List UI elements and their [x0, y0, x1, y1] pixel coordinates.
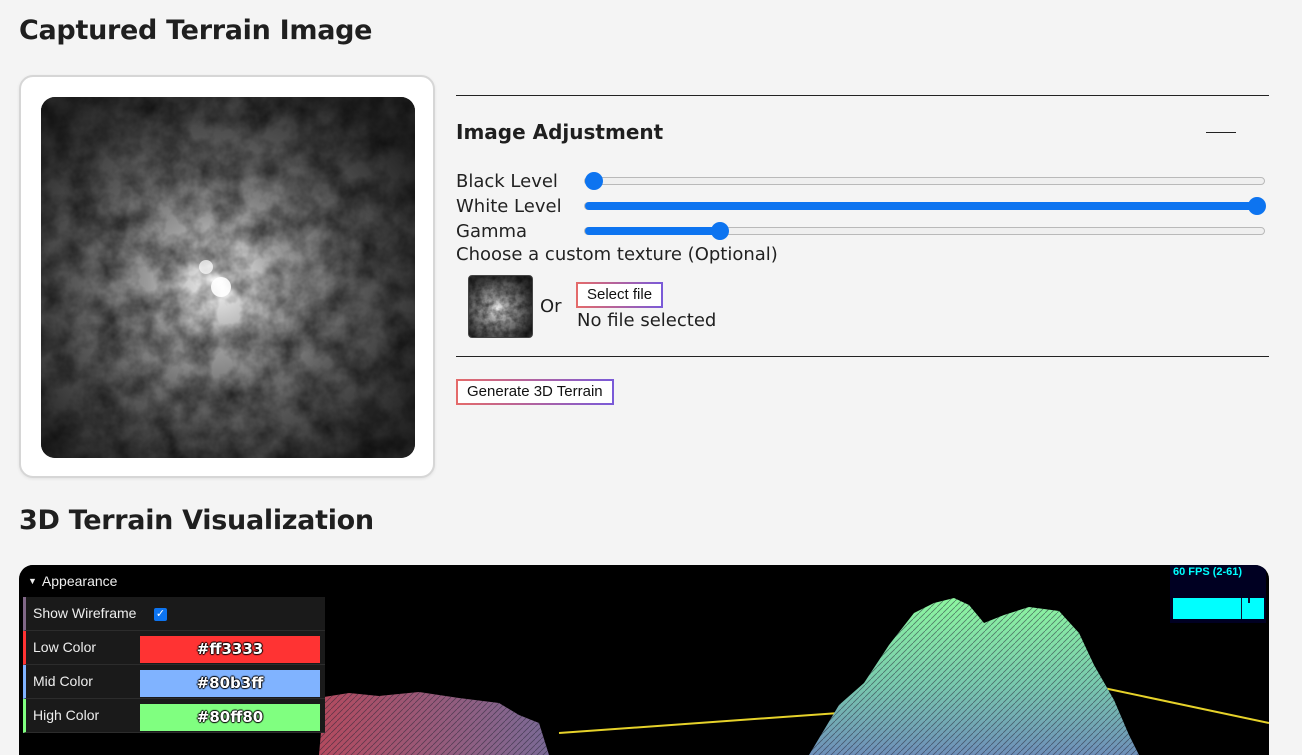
or-text: Or [540, 296, 562, 317]
high-color-label: High Color [33, 707, 100, 723]
low-color-label: Low Color [33, 639, 97, 655]
gamma-fill [585, 227, 720, 235]
black-level-thumb[interactable] [585, 172, 603, 190]
black-level-label: Black Level [456, 171, 558, 192]
appearance-folder-toggle[interactable]: ▼ Appearance [23, 565, 325, 597]
texture-thumbnail[interactable] [468, 275, 533, 338]
appearance-gui-panel: ▼ Appearance Show Wireframe ✓ Low Color #… [23, 565, 325, 733]
white-level-fill [585, 202, 1257, 210]
image-adjustment-title: Image Adjustment [456, 120, 664, 144]
terrain-3d-viewport[interactable]: ▼ Appearance Show Wireframe ✓ Low Color #… [19, 565, 1269, 755]
white-level-label: White Level [456, 196, 562, 217]
gamma-thumb[interactable] [710, 222, 729, 240]
captured-image-card [19, 75, 435, 478]
minus-icon[interactable] [1206, 132, 1236, 133]
black-level-slider[interactable] [584, 172, 1265, 190]
gamma-slider[interactable] [584, 222, 1265, 240]
fps-text: 60 FPS (2-61) [1173, 566, 1243, 578]
heightmap-image [41, 97, 415, 458]
low-color-swatch[interactable]: #ff3333 [140, 636, 320, 663]
triangle-down-icon: ▼ [28, 576, 37, 586]
mid-color-label: Mid Color [33, 673, 93, 689]
generate-3d-terrain-button[interactable]: Generate 3D Terrain [456, 379, 614, 405]
checkmark-icon: ✓ [155, 608, 166, 620]
fps-graph [1173, 598, 1264, 619]
show-wireframe-checkbox[interactable]: ✓ [154, 608, 167, 621]
select-file-button[interactable]: Select file [576, 282, 664, 308]
high-color-row: High Color #80ff80 [23, 699, 325, 733]
fps-graph-bar [1241, 598, 1242, 619]
fps-monitor[interactable]: 60 FPS (2-61) [1170, 565, 1266, 623]
texture-label: Choose a custom texture (Optional) [456, 244, 778, 265]
white-level-thumb[interactable] [1248, 197, 1266, 215]
mid-color-swatch[interactable]: #80b3ff [140, 670, 320, 697]
divider-top [456, 95, 1269, 96]
terrain-visualization-heading: 3D Terrain Visualization [19, 505, 374, 536]
low-color-row: Low Color #ff3333 [23, 631, 325, 665]
fps-graph-bar [1248, 598, 1250, 603]
gamma-label: Gamma [456, 221, 528, 242]
mid-color-row: Mid Color #80b3ff [23, 665, 325, 699]
appearance-folder-label: Appearance [41, 573, 118, 589]
high-color-swatch[interactable]: #80ff80 [140, 704, 320, 731]
captured-terrain-heading: Captured Terrain Image [19, 15, 373, 46]
divider-bottom [456, 356, 1269, 357]
white-level-slider[interactable] [584, 197, 1266, 215]
show-wireframe-label: Show Wireframe [33, 605, 137, 621]
show-wireframe-row: Show Wireframe ✓ [23, 597, 325, 631]
no-file-selected-text: No file selected [577, 310, 717, 331]
